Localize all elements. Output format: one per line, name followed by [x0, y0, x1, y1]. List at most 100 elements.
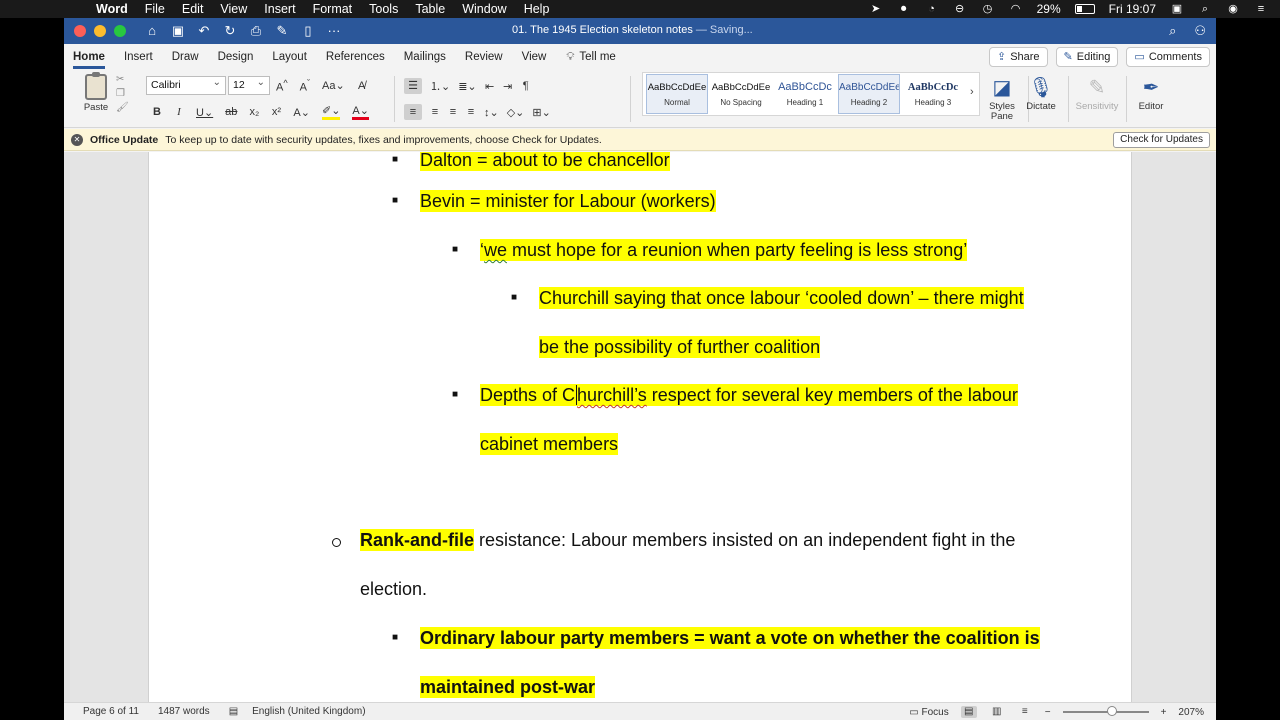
copy-icon[interactable]: ❐ — [116, 88, 129, 99]
font-color-icon[interactable]: A⌄ — [352, 104, 369, 120]
document-title[interactable]: 01. The 1945 Election skeleton notes — S… — [512, 24, 753, 36]
zoom-slider-knob[interactable] — [1106, 706, 1117, 716]
location-arrow-icon[interactable]: ➤ — [869, 3, 883, 15]
clock-icon[interactable]: ◷ — [981, 3, 995, 15]
menu-tools[interactable]: Tools — [369, 2, 398, 16]
multilevel-list-icon[interactable]: ≣⌄ — [458, 80, 476, 93]
print-icon[interactable]: ⎙ — [248, 23, 264, 39]
gauge-icon[interactable]: ◔ — [925, 3, 939, 15]
menu-format[interactable]: Format — [313, 2, 353, 16]
align-center-icon[interactable]: ≡ — [430, 106, 440, 118]
line-spacing-icon[interactable]: ↕⌄ — [484, 106, 499, 119]
doc-line[interactable]: Bevin = minister for Labour (workers) — [420, 189, 716, 213]
tab-design[interactable]: Design — [218, 44, 254, 70]
editor-button[interactable]: ✒ Editor — [1127, 74, 1175, 112]
tab-view[interactable]: View — [522, 44, 547, 70]
home-icon[interactable]: ⌂ — [144, 23, 160, 39]
tab-review[interactable]: Review — [465, 44, 503, 70]
doc-line[interactable]: Depths of Churchill’s respect for severa… — [480, 383, 1018, 407]
show-formatting-icon[interactable]: ¶ — [521, 80, 531, 92]
web-layout-icon[interactable]: ▥ — [989, 706, 1005, 718]
menu-view[interactable]: View — [220, 2, 247, 16]
menubar-clock[interactable]: Fri 19:07 — [1109, 2, 1156, 16]
style-heading-3[interactable]: AaBbCcDc Heading 3 — [902, 74, 964, 114]
font-size-select[interactable]: 12 — [228, 74, 270, 95]
doc-line[interactable]: ‘we must hope for a reunion when party f… — [480, 238, 968, 262]
menu-app-word[interactable]: Word — [96, 2, 128, 16]
menu-help[interactable]: Help — [524, 2, 550, 16]
close-window-button[interactable] — [74, 25, 86, 37]
share-button[interactable]: ⇪ Share — [988, 47, 1048, 67]
edit-icon[interactable]: ✎ — [274, 23, 290, 39]
doc-line[interactable]: Churchill saying that once labour ‘coole… — [539, 286, 1024, 310]
shading-icon[interactable]: ◇⌄ — [507, 106, 525, 119]
print-layout-icon[interactable]: ▤ — [960, 706, 977, 718]
superscript-icon[interactable]: x² — [271, 106, 281, 118]
format-painter-icon[interactable]: 🖌︎ — [116, 102, 129, 113]
bullets-icon[interactable]: ☰ — [404, 78, 422, 94]
zoom-in-icon[interactable]: + — [1161, 707, 1167, 718]
more-icon[interactable]: ··· — [326, 23, 342, 39]
doc-line[interactable]: Ordinary labour party members = want a v… — [420, 626, 1040, 650]
wifi-icon[interactable]: ◠ — [1009, 3, 1023, 15]
spotlight-search-icon[interactable]: ⌕ — [1198, 3, 1212, 15]
style-normal[interactable]: AaBbCcDdEe Normal — [646, 74, 708, 114]
tab-references[interactable]: References — [326, 44, 385, 70]
check-for-updates-button[interactable]: Check for Updates — [1113, 132, 1210, 148]
subscript-icon[interactable]: x₂ — [249, 106, 260, 118]
battery-percent[interactable]: 29% — [1037, 2, 1061, 16]
save-icon[interactable]: ▣ — [170, 23, 186, 39]
italic-icon[interactable]: I — [174, 106, 184, 118]
control-center-icon[interactable]: ≡ — [1254, 3, 1268, 15]
word-count[interactable]: 1487 words — [158, 706, 210, 717]
menu-edit[interactable]: Edit — [182, 2, 204, 16]
battery-icon[interactable] — [1074, 4, 1095, 14]
numbering-icon[interactable]: ⒈⌄ — [430, 78, 450, 94]
doc-line[interactable]: Rank-and-file resistance: Labour members… — [360, 528, 1015, 552]
share-people-icon[interactable]: ⚇ — [1194, 23, 1206, 39]
doc-line[interactable]: Dalton = about to be chancellor — [420, 152, 670, 172]
highlight-color-icon[interactable]: ✐⌄ — [321, 104, 341, 120]
menu-file[interactable]: File — [145, 2, 165, 16]
siri-icon[interactable]: ◉ — [1226, 3, 1240, 15]
document-canvas[interactable]: ■ Dalton = about to be chancellor ■ Bevi… — [64, 152, 1216, 702]
tab-layout[interactable]: Layout — [272, 44, 307, 70]
screen-icon[interactable]: ▣ — [1170, 3, 1184, 15]
align-left-icon[interactable]: ≡ — [404, 104, 422, 120]
dictate-button[interactable]: 🎙︎ Dictate — [1017, 74, 1065, 112]
zoom-slider[interactable] — [1062, 706, 1149, 716]
zoom-window-button[interactable] — [114, 25, 126, 37]
tab-insert[interactable]: Insert — [124, 44, 153, 70]
minimize-window-button[interactable] — [94, 25, 106, 37]
do-not-disturb-icon[interactable]: ⊖ — [953, 3, 967, 15]
change-case-icon[interactable]: Aa⌄ — [322, 79, 345, 92]
tab-draw[interactable]: Draw — [172, 44, 199, 70]
shrink-font-icon[interactable]: Aˇ — [300, 78, 310, 94]
decrease-indent-icon[interactable]: ⇤ — [485, 80, 495, 93]
outline-view-icon[interactable]: ≡ — [1017, 706, 1033, 718]
zoom-level[interactable]: 207% — [1178, 707, 1204, 718]
underline-icon[interactable]: U⌄ — [196, 106, 213, 119]
cut-icon[interactable]: ✂ — [116, 74, 129, 85]
redo-icon[interactable]: ↻ — [222, 23, 238, 39]
grow-font-icon[interactable]: A^ — [276, 78, 288, 94]
strikethrough-icon[interactable]: ab — [225, 106, 237, 118]
doc-line[interactable]: cabinet members — [480, 432, 619, 456]
increase-indent-icon[interactable]: ⇥ — [503, 80, 513, 93]
menu-insert[interactable]: Insert — [264, 2, 295, 16]
borders-icon[interactable]: ⊞⌄ — [532, 106, 550, 119]
tell-me-search[interactable]: 💡︎ Tell me — [566, 51, 616, 64]
menu-window[interactable]: Window — [462, 2, 506, 16]
style-no-spacing[interactable]: AaBbCcDdEe No Spacing — [710, 74, 772, 114]
text-effects-icon[interactable]: A⌄ — [293, 106, 310, 119]
editing-mode-button[interactable]: ✎ Editing — [1055, 47, 1119, 67]
font-name-select[interactable]: Calibri — [146, 74, 226, 95]
comments-button[interactable]: ▭ Comments — [1126, 47, 1210, 67]
doc-line[interactable]: election. — [360, 577, 427, 601]
search-icon[interactable]: ⌕ — [1169, 23, 1176, 39]
record-icon[interactable]: ⏺ — [897, 3, 911, 15]
style-heading-2[interactable]: AaBbCcDdEe Heading 2 — [838, 74, 900, 114]
align-right-icon[interactable]: ≡ — [448, 106, 458, 118]
clear-formatting-icon[interactable]: A̸ — [357, 80, 367, 92]
tab-home[interactable]: Home — [73, 44, 105, 70]
